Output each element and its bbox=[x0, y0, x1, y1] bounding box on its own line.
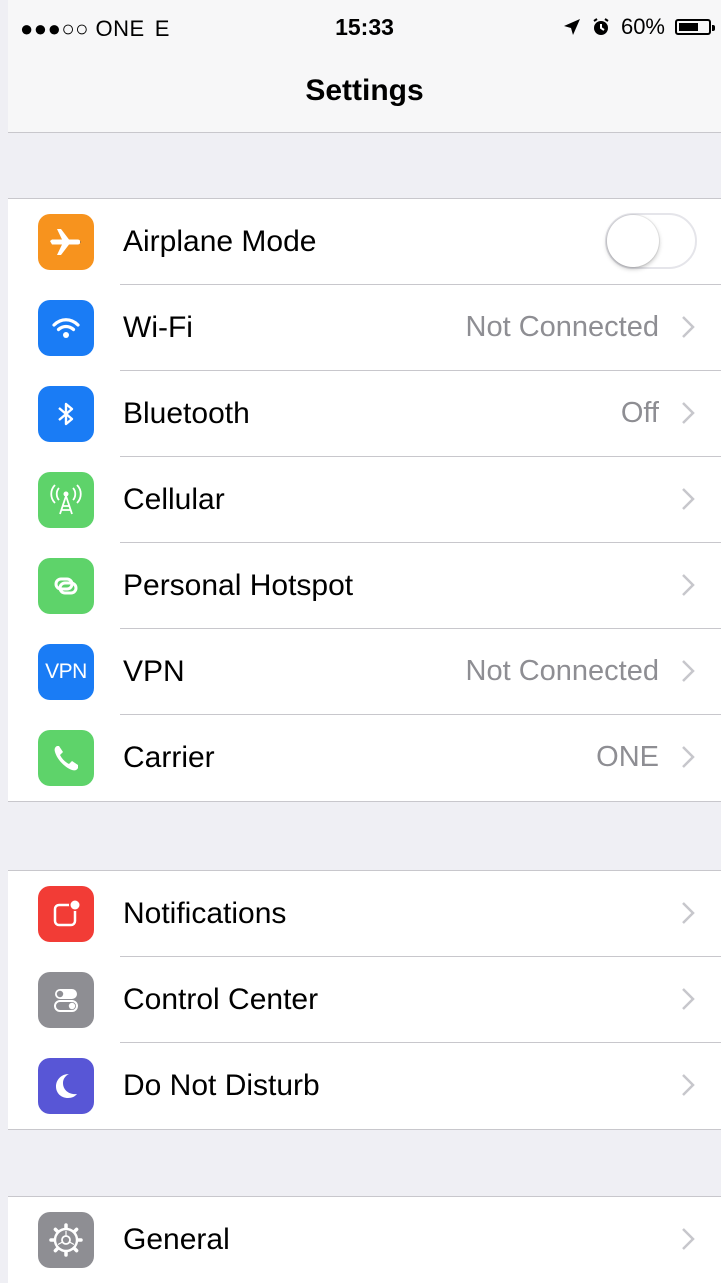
battery-percent: 60% bbox=[620, 14, 665, 39]
notifications-icon bbox=[38, 886, 94, 942]
carrier-label: Carrier bbox=[123, 741, 215, 774]
chevron-right-icon bbox=[682, 316, 695, 338]
battery-icon bbox=[675, 19, 715, 35]
chevron-right-icon bbox=[682, 1228, 695, 1250]
chevron-right-icon bbox=[682, 902, 695, 924]
wifi-icon bbox=[38, 300, 94, 356]
vpn-icon-text: VPN bbox=[45, 660, 87, 683]
chevron-right-icon bbox=[682, 402, 695, 424]
moon-icon bbox=[38, 1058, 94, 1114]
chevron-right-icon bbox=[682, 746, 695, 768]
phone-icon bbox=[38, 730, 94, 786]
carrier-value: ONE bbox=[596, 741, 659, 773]
bluetooth-label: Bluetooth bbox=[123, 397, 250, 430]
general-label: General bbox=[123, 1223, 230, 1256]
airplane-mode-toggle[interactable] bbox=[605, 213, 697, 269]
vpn-label: VPN bbox=[123, 655, 185, 688]
vpn-status: Not Connected bbox=[465, 655, 659, 687]
bluetooth-icon bbox=[38, 386, 94, 442]
notifications-label: Notifications bbox=[123, 897, 287, 930]
settings-row-cellular[interactable]: Cellular bbox=[8, 457, 721, 543]
settings-row-personal-hotspot[interactable]: Personal Hotspot bbox=[8, 543, 721, 629]
location-arrow-icon bbox=[563, 19, 580, 35]
page-title: Settings bbox=[305, 74, 424, 107]
settings-row-airplane-mode[interactable]: Airplane Mode bbox=[8, 199, 721, 285]
wifi-status: Not Connected bbox=[465, 311, 659, 343]
chevron-right-icon bbox=[682, 988, 695, 1010]
alarm-icon bbox=[593, 18, 609, 35]
personal-hotspot-label: Personal Hotspot bbox=[123, 569, 354, 602]
airplane-icon bbox=[38, 214, 94, 270]
gear-icon bbox=[38, 1212, 94, 1268]
bluetooth-status: Off bbox=[620, 397, 659, 429]
notifications-section: Notifications Control Center Do Not Dist… bbox=[8, 870, 721, 1130]
wifi-label: Wi-Fi bbox=[123, 311, 193, 344]
control-center-icon bbox=[38, 972, 94, 1028]
hotspot-icon bbox=[38, 558, 94, 614]
chevron-right-icon bbox=[682, 574, 695, 596]
settings-row-wifi[interactable]: Wi-Fi Not Connected bbox=[8, 285, 721, 371]
vpn-icon: VPN bbox=[38, 644, 94, 700]
toggle-knob bbox=[607, 215, 659, 267]
settings-row-notifications[interactable]: Notifications bbox=[8, 871, 721, 957]
navigation-bar: Settings bbox=[8, 56, 721, 133]
chevron-right-icon bbox=[682, 1074, 695, 1096]
status-bar: ●●●○○ ONE E 15:33 60% bbox=[8, 0, 721, 56]
settings-row-bluetooth[interactable]: Bluetooth Off bbox=[8, 371, 721, 457]
settings-row-do-not-disturb[interactable]: Do Not Disturb bbox=[8, 1043, 721, 1129]
chevron-right-icon bbox=[682, 660, 695, 682]
do-not-disturb-label: Do Not Disturb bbox=[123, 1069, 320, 1102]
control-center-label: Control Center bbox=[123, 983, 319, 1016]
settings-row-general[interactable]: General bbox=[8, 1197, 721, 1283]
airplane-mode-label: Airplane Mode bbox=[123, 225, 317, 258]
settings-row-vpn[interactable]: VPN VPN Not Connected bbox=[8, 629, 721, 715]
connectivity-section: Airplane Mode Wi-Fi Not Connected Blueto… bbox=[8, 198, 721, 802]
chevron-right-icon bbox=[682, 488, 695, 510]
general-section: General bbox=[8, 1196, 721, 1283]
status-right: 60% bbox=[563, 14, 715, 40]
settings-row-control-center[interactable]: Control Center bbox=[8, 957, 721, 1043]
settings-row-carrier[interactable]: Carrier ONE bbox=[8, 715, 721, 801]
cellular-label: Cellular bbox=[123, 483, 225, 516]
cellular-antenna-icon bbox=[38, 472, 94, 528]
